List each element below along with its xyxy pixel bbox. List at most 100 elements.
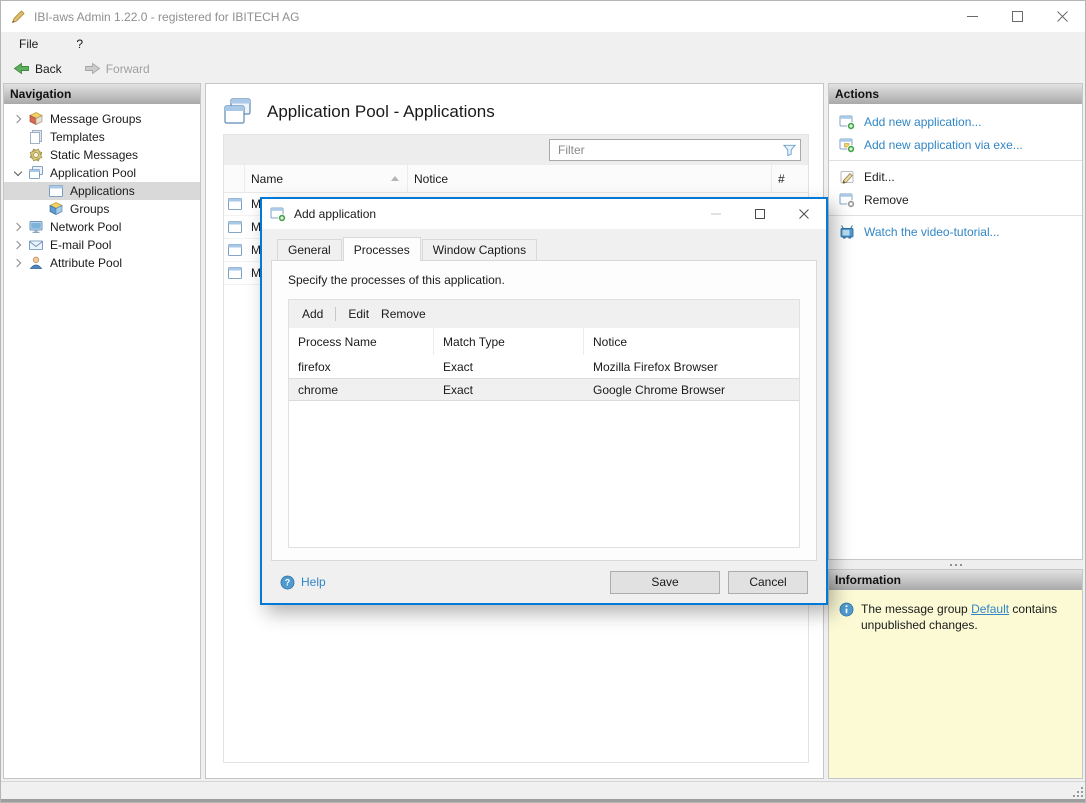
- application-name: M: [251, 197, 261, 211]
- filter-icon[interactable]: [778, 143, 800, 157]
- column-icon: [224, 165, 245, 192]
- sidebar-item-label: Static Messages: [50, 148, 139, 162]
- sidebar-item-attribute-pool[interactable]: Attribute Pool: [4, 254, 200, 272]
- info-message: The message group Default contains unpub…: [861, 602, 1058, 632]
- back-button[interactable]: Back: [9, 59, 66, 78]
- chevron-down-icon[interactable]: [10, 165, 26, 181]
- tab-general[interactable]: General: [277, 239, 342, 260]
- filter-bar: [224, 135, 808, 165]
- menu-bar: File ?: [1, 32, 1085, 56]
- action-label: Add new application...: [864, 114, 982, 129]
- column-count[interactable]: #: [771, 165, 808, 192]
- dialog-title-bar: Add application: [262, 199, 826, 229]
- processes-table: Process Name Match Type Notice firefox E…: [289, 328, 799, 547]
- application-pool-icon: [28, 165, 44, 181]
- application-window-icon: [224, 196, 245, 212]
- groups-icon: [48, 201, 64, 217]
- process-remove-button[interactable]: Remove: [381, 307, 426, 321]
- sidebar-item-templates[interactable]: Templates: [4, 128, 200, 146]
- separator: [335, 307, 337, 321]
- save-button[interactable]: Save: [610, 570, 720, 594]
- menu-file[interactable]: File: [11, 35, 46, 53]
- remove-icon: [839, 192, 855, 208]
- sidebar-item-email-pool[interactable]: E-mail Pool: [4, 236, 200, 254]
- match-type-cell: Exact: [443, 359, 474, 374]
- chevron-right-icon[interactable]: [10, 111, 26, 127]
- menu-help[interactable]: ?: [68, 35, 91, 53]
- navigation-header: Navigation: [4, 84, 200, 104]
- application-name: M: [251, 266, 261, 280]
- sidebar-item-applications[interactable]: Applications: [4, 182, 200, 200]
- process-edit-button[interactable]: Edit: [348, 307, 369, 321]
- processes-toolbar: Add Edit Remove: [289, 300, 799, 328]
- remove-link[interactable]: Remove: [829, 188, 1082, 211]
- window-title: IBI-aws Admin 1.22.0 - registered for IB…: [34, 9, 300, 24]
- sidebar-item-label: Attribute Pool: [50, 256, 123, 270]
- column-notice[interactable]: Notice: [584, 328, 799, 355]
- attribute-pool-icon: [28, 255, 44, 271]
- action-label: Watch the video-tutorial...: [864, 224, 1000, 239]
- add-new-application-link[interactable]: Add new application...: [829, 110, 1082, 133]
- chevron-right-icon[interactable]: [10, 255, 26, 271]
- table-header-row: Name Notice #: [224, 165, 808, 193]
- right-column: Actions Add new application... Add new a…: [828, 83, 1083, 779]
- default-message-group-link[interactable]: Default: [971, 602, 1009, 616]
- edit-link[interactable]: Edit...: [829, 165, 1082, 188]
- column-process-name[interactable]: Process Name: [289, 328, 434, 355]
- filter-field: [549, 139, 801, 161]
- maximize-icon[interactable]: [995, 1, 1040, 32]
- filter-input[interactable]: [550, 140, 778, 160]
- process-row[interactable]: firefox Exact Mozilla Firefox Browser: [289, 355, 799, 378]
- notice-cell: Mozilla Firefox Browser: [593, 359, 718, 374]
- separator: [829, 215, 1082, 216]
- help-link[interactable]: ? Help: [280, 575, 326, 590]
- sidebar-item-label: Applications: [70, 184, 135, 198]
- actions-header: Actions: [829, 84, 1082, 104]
- column-name[interactable]: Name: [245, 165, 407, 192]
- title-bar: IBI-aws Admin 1.22.0 - registered for IB…: [1, 1, 1085, 32]
- minimize-icon[interactable]: [950, 1, 995, 32]
- watch-video-tutorial-link[interactable]: Watch the video-tutorial...: [829, 220, 1082, 243]
- tab-processes[interactable]: Processes: [342, 237, 421, 261]
- dialog-tabs: General Processes Window Captions: [277, 237, 817, 261]
- status-bar: [1, 781, 1085, 799]
- action-label: Add new application via exe...: [864, 137, 1023, 152]
- dialog-close-icon[interactable]: [782, 199, 826, 229]
- process-row[interactable]: chrome Exact Google Chrome Browser: [289, 378, 799, 401]
- chevron-right-icon[interactable]: [10, 237, 26, 253]
- dialog-maximize-icon[interactable]: [738, 199, 782, 229]
- processes-block: Add Edit Remove Process Name Match Type …: [288, 299, 800, 548]
- sidebar-item-message-groups[interactable]: Message Groups: [4, 110, 200, 128]
- add-new-application-via-exe-link[interactable]: Add new application via exe...: [829, 133, 1082, 156]
- forward-button[interactable]: Forward: [80, 59, 154, 78]
- applications-icon: [48, 183, 64, 199]
- application-pool-page-icon: [223, 97, 253, 127]
- information-panel: Information The message group Default co…: [828, 569, 1083, 779]
- column-match-type[interactable]: Match Type: [434, 328, 584, 355]
- sidebar-item-label: E-mail Pool: [50, 238, 112, 252]
- information-header: Information: [829, 570, 1082, 590]
- process-add-button[interactable]: Add: [302, 307, 323, 321]
- sidebar-item-groups[interactable]: Groups: [4, 200, 200, 218]
- back-label: Back: [35, 61, 62, 76]
- help-label: Help: [301, 575, 326, 589]
- cancel-button[interactable]: Cancel: [728, 570, 808, 594]
- forward-arrow-icon: [84, 61, 101, 76]
- action-label: Edit...: [864, 169, 895, 184]
- panel-splitter[interactable]: [828, 560, 1083, 569]
- dialog-minimize-icon[interactable]: [694, 199, 738, 229]
- add-application-exe-icon: [839, 137, 855, 153]
- column-notice[interactable]: Notice: [407, 165, 771, 192]
- app-window: IBI-aws Admin 1.22.0 - registered for IB…: [0, 0, 1086, 803]
- separator: [829, 160, 1082, 161]
- close-icon[interactable]: [1040, 1, 1085, 32]
- chevron-right-icon[interactable]: [10, 219, 26, 235]
- add-application-dialog: Add application General Processes Window…: [260, 197, 828, 605]
- application-window-icon: [224, 242, 245, 258]
- resize-grip-icon[interactable]: [1071, 785, 1085, 799]
- sidebar-item-network-pool[interactable]: Network Pool: [4, 218, 200, 236]
- sidebar-item-static-messages[interactable]: Static Messages: [4, 146, 200, 164]
- tab-window-captions[interactable]: Window Captions: [421, 239, 538, 260]
- sidebar-item-application-pool[interactable]: Application Pool: [4, 164, 200, 182]
- application-name: M: [251, 220, 261, 234]
